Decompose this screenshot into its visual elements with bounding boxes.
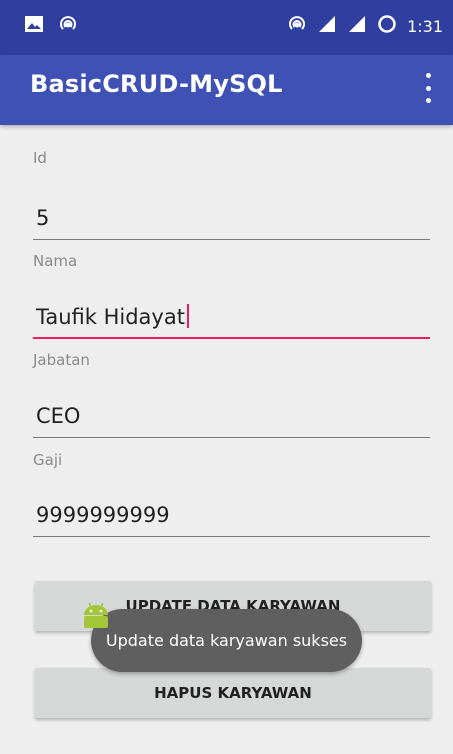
nama-underline bbox=[33, 337, 430, 339]
nama-field[interactable]: Taufik Hidayat bbox=[33, 304, 430, 339]
id-field[interactable]: 5 bbox=[33, 206, 430, 240]
id-value: 5 bbox=[36, 206, 50, 230]
image-icon bbox=[24, 15, 44, 37]
gaji-underline bbox=[33, 536, 430, 537]
app-title: BasicCRUD-MySQL bbox=[30, 70, 283, 98]
status-bar: 1:31 bbox=[0, 0, 453, 55]
jabatan-underline bbox=[33, 437, 430, 438]
more-vert-icon[interactable] bbox=[423, 73, 433, 103]
android-icon bbox=[81, 600, 111, 630]
hotspot-icon bbox=[58, 14, 78, 38]
delete-button[interactable]: HAPUS KARYAWAN bbox=[35, 668, 431, 718]
status-time: 1:31 bbox=[407, 16, 443, 36]
signal-icon bbox=[317, 14, 337, 38]
jabatan-field[interactable]: CEO bbox=[33, 404, 430, 438]
text-cursor bbox=[186, 304, 189, 328]
signal-icon bbox=[347, 14, 367, 38]
battery-circle-icon bbox=[377, 14, 397, 38]
toast-message: Update data karyawan sukses bbox=[91, 609, 362, 672]
gaji-value: 9999999999 bbox=[36, 503, 170, 527]
hotspot-icon bbox=[287, 14, 307, 38]
gaji-label: Gaji bbox=[33, 451, 63, 469]
jabatan-label: Jabatan bbox=[33, 351, 90, 369]
jabatan-value: CEO bbox=[36, 404, 81, 428]
nama-value: Taufik Hidayat bbox=[36, 305, 185, 329]
app-bar: BasicCRUD-MySQL bbox=[0, 55, 453, 125]
id-label: Id bbox=[33, 149, 47, 167]
gaji-field[interactable]: 9999999999 bbox=[33, 503, 430, 537]
id-underline bbox=[33, 239, 430, 240]
nama-label: Nama bbox=[33, 252, 78, 270]
